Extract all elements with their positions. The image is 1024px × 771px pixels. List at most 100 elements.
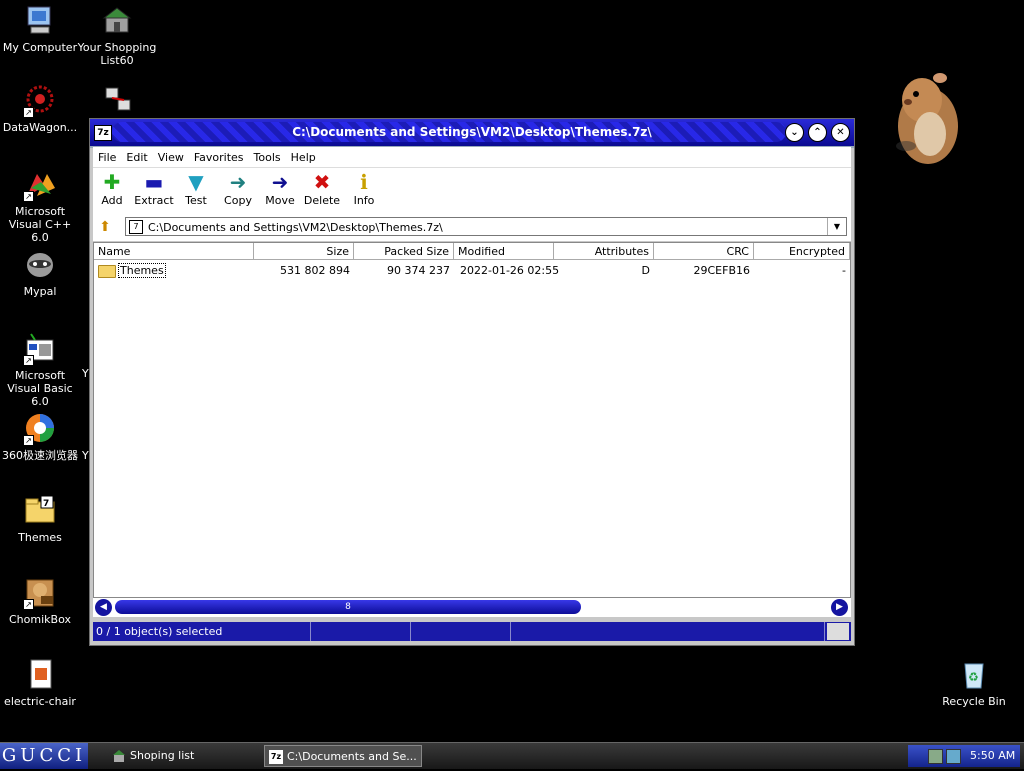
add-button[interactable]: ✚ Add (90, 170, 134, 207)
status-bar: 0 / 1 object(s) selected (93, 622, 851, 641)
column-header-encrypted[interactable]: Encrypted (754, 243, 850, 260)
desktop-icon-shopping-list[interactable]: Your Shopping List60 (77, 4, 157, 67)
archive-small-icon: 7 (129, 220, 143, 234)
column-header-crc[interactable]: CRC (654, 243, 754, 260)
row-packed-size: 90 374 237 (387, 264, 450, 277)
partial-desktop-label: Y (82, 367, 89, 380)
plus-icon: ✚ (103, 170, 121, 194)
archive-file-icon (23, 658, 57, 692)
desktop-icon-visual-basic[interactable]: ↗ Microsoft Visual Basic 6.0 (0, 332, 80, 408)
desktop-icon-label: Mypal (23, 285, 57, 298)
status-panel-2 (311, 622, 411, 641)
shortcut-arrow-icon: ↗ (23, 107, 34, 118)
dropdown-arrow-icon[interactable]: ▼ (827, 218, 846, 235)
address-row: ⬆ 7 C:\Documents and Settings\VM2\Deskto… (93, 215, 851, 241)
clock[interactable]: 5:50 AM (970, 745, 1015, 767)
desktop-icon-my-computer[interactable]: My Computer (0, 4, 80, 54)
start-button[interactable]: GUCCI (0, 743, 88, 769)
copy-label: Copy (224, 194, 252, 207)
desktop-icon-recycle-bin[interactable]: ♻ Recycle Bin (934, 658, 1014, 708)
desktop-icon-label: 360极速浏览器 (2, 449, 78, 462)
store-icon (100, 4, 134, 38)
taskbar-item-label: C:\Documents and Se... (287, 750, 417, 763)
horizontal-scrollbar[interactable]: ◀ 8 ▶ (93, 598, 851, 617)
archive-window: 7z C:\Documents and Settings\VM2\Desktop… (89, 118, 855, 646)
app-7z-icon: 7z (269, 750, 283, 764)
delete-label: Delete (303, 194, 341, 207)
menu-help[interactable]: Help (291, 151, 316, 164)
row-name: Themes (118, 263, 166, 278)
copy-arrow-icon: ➜ (229, 170, 247, 194)
desktop-icon-electric-chair[interactable]: electric-chair (0, 658, 80, 708)
scroll-right-icon[interactable]: ▶ (831, 599, 848, 616)
recycle-bin-icon: ♻ (957, 658, 991, 692)
desktop-icon-label: Microsoft Visual C++ 6.0 (8, 205, 72, 244)
desktop-icon-themes[interactable]: 7 Themes (0, 494, 80, 544)
browser-360-icon: ↗ (23, 412, 57, 446)
info-label: Info (353, 194, 375, 207)
desktop-icon-360-browser[interactable]: ↗ 360极速浏览器 (0, 412, 80, 462)
copy-button[interactable]: ➜ Copy (216, 170, 260, 207)
test-label: Test (185, 194, 207, 207)
tray-app-icon[interactable] (928, 749, 943, 764)
address-text: C:\Documents and Settings\VM2\Desktop\Th… (148, 221, 443, 234)
maximize-button[interactable]: ⌃ (808, 123, 827, 142)
taskbar: GUCCI Shoping list 7z C:\Documents and S… (0, 742, 1024, 769)
delete-button[interactable]: ✖ Delete (300, 170, 344, 207)
desktop-icon-label: My Computer (2, 41, 78, 54)
minimize-button[interactable]: ⌄ (785, 123, 804, 142)
move-arrow-icon: ➜ (271, 170, 289, 194)
extract-button[interactable]: ▬ Extract (132, 170, 176, 207)
hamster-box-icon: ↗ (23, 576, 57, 610)
svg-text:7: 7 (43, 499, 49, 509)
test-button[interactable]: ▼ Test (174, 170, 218, 207)
desktop-icon-network[interactable] (77, 84, 157, 121)
shortcut-arrow-icon: ↗ (23, 435, 34, 446)
taskbar-item-label: Shoping list (130, 749, 195, 762)
folder-up-icon[interactable]: ⬆ (97, 219, 113, 235)
menu-view[interactable]: View (158, 151, 184, 164)
desktop-icon-visual-cpp[interactable]: ↗ Microsoft Visual C++ 6.0 (0, 168, 80, 244)
folder-7z-icon: 7 (23, 494, 57, 528)
menu-tools[interactable]: Tools (254, 151, 281, 164)
status-panel-3 (411, 622, 511, 641)
desktop-icon-chomikbox[interactable]: ↗ ChomikBox (0, 576, 80, 626)
raccoon-icon (23, 248, 57, 282)
menu-file[interactable]: File (98, 151, 116, 164)
tray-network-icon[interactable] (946, 749, 961, 764)
row-name-cell[interactable]: Themes (94, 263, 254, 279)
visual-cpp-icon: ↗ (23, 168, 57, 202)
info-button[interactable]: ℹ Info (342, 170, 386, 207)
scroll-thumb[interactable]: 8 (115, 600, 581, 614)
desktop-icon-label: electric-chair (4, 695, 76, 708)
address-bar[interactable]: 7 C:\Documents and Settings\VM2\Desktop\… (125, 217, 847, 236)
computer-icon (23, 4, 57, 38)
desktop-icon-label: Microsoft Visual Basic 6.0 (7, 369, 73, 408)
desktop-icon-label: DataWagon... (2, 121, 78, 134)
store-icon (112, 749, 126, 763)
desktop-icon-mypal[interactable]: Mypal (0, 248, 80, 298)
row-modified: 2022-01-26 02:55 (460, 264, 560, 277)
taskbar-item-shoping-list[interactable]: Shoping list (108, 745, 258, 767)
column-header-modified[interactable]: Modified (454, 243, 554, 260)
taskbar-item-7zip[interactable]: 7z C:\Documents and Se... (264, 745, 422, 767)
title-bar[interactable]: 7z C:\Documents and Settings\VM2\Desktop… (90, 119, 854, 148)
column-header-name[interactable]: Name (94, 243, 254, 260)
close-button[interactable]: ✕ (831, 123, 850, 142)
scroll-left-icon[interactable]: ◀ (95, 599, 112, 616)
column-header-size[interactable]: Size (254, 243, 354, 260)
move-button[interactable]: ➜ Move (258, 170, 302, 207)
toolbar: ✚ Add ▬ Extract ▼ Test ➜ Copy ➜ Move ✖ D… (93, 167, 851, 216)
menu-edit[interactable]: Edit (126, 151, 147, 164)
resize-grip[interactable] (827, 623, 849, 640)
column-header-packed-size[interactable]: Packed Size (354, 243, 454, 260)
delete-x-icon: ✖ (313, 170, 331, 194)
add-label: Add (101, 194, 123, 207)
minus-icon: ▬ (144, 170, 164, 194)
move-label: Move (265, 194, 295, 207)
column-header-attributes[interactable]: Attributes (554, 243, 654, 260)
row-encrypted: - (842, 264, 846, 277)
desktop-icon-datawagon[interactable]: ↗ DataWagon... (0, 84, 80, 134)
shortcut-arrow-icon: ↗ (23, 599, 34, 610)
menu-favorites[interactable]: Favorites (194, 151, 244, 164)
